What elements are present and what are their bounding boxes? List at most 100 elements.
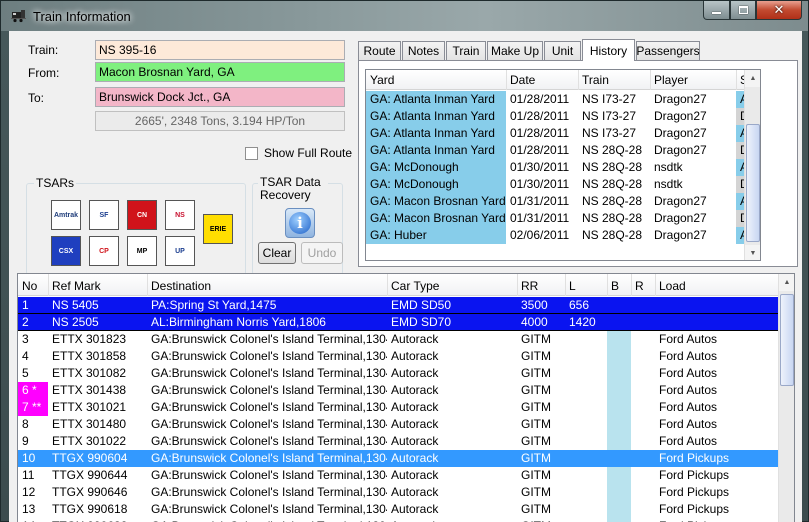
cars-col-load[interactable]: Load xyxy=(659,279,686,293)
car-row[interactable]: 7 ** ETTX 301021 GA:Brunswick Colonel's Is… xyxy=(18,399,778,416)
tab-passengers[interactable]: Passengers xyxy=(636,41,700,60)
history-row[interactable]: GA: McDonough01/30/2011NS 28Q-28nsdtkD xyxy=(366,176,760,193)
scroll-down-icon[interactable]: ▼ xyxy=(745,245,760,260)
column-divider[interactable] xyxy=(650,70,651,90)
car-cell-type: Autorack xyxy=(391,485,439,499)
cars-grid: No Ref Mark Destination Car Type RR L B R Load 1… xyxy=(17,273,795,522)
maximize-button[interactable] xyxy=(730,1,756,20)
tsar-logo-nrhs[interactable]: NS xyxy=(165,200,195,230)
client-area: Train: NS 395-16 From: Macon Brosnan Yar… xyxy=(9,31,802,522)
car-row[interactable]: 12 TTGX 990646 GA:Brunswick Colonel's Isla… xyxy=(18,484,778,501)
car-row[interactable]: 8 ETTX 301480 GA:Brunswick Colonel's Islan… xyxy=(18,416,778,433)
train-field[interactable]: NS 395-16 xyxy=(95,40,345,60)
history-row[interactable]: GA: Atlanta Inman Yard 01/28/2011 NS I73-2… xyxy=(366,108,760,125)
car-row[interactable]: 3 ETTX 301823 GA:Brunswick Colonel's Islan… xyxy=(18,331,778,348)
cars-col-car-type[interactable]: Car Type xyxy=(391,279,439,293)
cars-col-ref-mark[interactable]: Ref Mark xyxy=(52,279,101,293)
car-cell-r xyxy=(631,501,655,518)
close-button[interactable]: ✕ xyxy=(756,1,802,20)
tsar-logo-amtrak[interactable]: Amtrak xyxy=(51,200,81,230)
car-row[interactable]: 11 TTGX 990644 GA:Brunswick Colonel's Isla… xyxy=(18,467,778,484)
history-cell-train: NS 28Q-28 xyxy=(582,194,643,208)
car-row[interactable]: 5 ETTX 301082 GA:Brunswick Colonel's Islan… xyxy=(18,365,778,382)
info-button[interactable]: i xyxy=(285,208,315,238)
history-row[interactable]: GA: Atlanta Inman Yard 01/28/2011 NS I73-2… xyxy=(366,91,760,108)
column-divider[interactable] xyxy=(655,274,656,296)
car-cell-type: Autorack xyxy=(391,349,439,363)
column-divider[interactable] xyxy=(147,274,148,296)
cars-col-l[interactable]: L xyxy=(569,279,576,293)
tsar-logo-cp[interactable]: CP xyxy=(89,236,119,266)
clear-button[interactable]: Clear xyxy=(258,242,296,264)
info-icon: i xyxy=(289,212,311,234)
car-row[interactable]: 4 ETTX 301858 GA:Brunswick Colonel's Islan… xyxy=(18,348,778,365)
history-row[interactable]: GA: Macon Brosnan Yard 01/31/2011 NS 28Q-2… xyxy=(366,210,760,227)
scroll-up-icon[interactable]: ▲ xyxy=(779,274,794,291)
history-row[interactable]: GA: McDonough01/30/2011NS 28Q-28nsdtkA xyxy=(366,159,760,176)
column-divider[interactable] xyxy=(736,70,737,90)
history-cell-player: Dragon27 xyxy=(654,92,707,106)
car-row[interactable]: 9 ETTX 301022 GA:Brunswick Colonel's Islan… xyxy=(18,433,778,450)
car-row[interactable]: 10 TTGX 990604 GA:Brunswick Colonel's Isla… xyxy=(18,450,778,467)
car-cell-rr: 3500 xyxy=(521,298,548,312)
car-cell-l xyxy=(565,365,607,382)
car-cell-no: 4 xyxy=(22,349,29,363)
cars-col-rr[interactable]: RR xyxy=(521,279,538,293)
undo-button[interactable]: Undo xyxy=(301,242,343,264)
history-col-date[interactable]: Date xyxy=(510,73,535,87)
car-row[interactable]: 6 * ETTX 301438 GA:Brunswick Colonel's Isl… xyxy=(18,382,778,399)
tsar-logo-erie[interactable]: ERIE xyxy=(203,214,233,244)
from-field[interactable]: Macon Brosnan Yard, GA xyxy=(95,62,345,82)
show-full-route-label[interactable]: Show Full Route xyxy=(264,146,352,160)
column-divider[interactable] xyxy=(517,274,518,296)
tsar-logo-union-pacific[interactable]: UP xyxy=(165,236,195,266)
car-cell-r xyxy=(631,467,655,484)
tab-unit[interactable]: Unit xyxy=(544,41,581,60)
minimize-button[interactable] xyxy=(703,1,730,20)
tab-notes[interactable]: Notes xyxy=(402,41,445,60)
to-field[interactable]: Brunswick Dock Jct., GA xyxy=(95,87,345,107)
tab-make-up[interactable]: Make Up xyxy=(487,41,543,60)
column-divider[interactable] xyxy=(387,274,388,296)
show-full-route-checkbox[interactable] xyxy=(245,147,258,160)
column-divider[interactable] xyxy=(578,70,579,90)
car-row[interactable]: 1 NS 5405 PA:Spring St Yard,1475 EMD SD50 35… xyxy=(18,297,778,314)
history-row[interactable]: GA: Huber02/06/2011NS 28Q-28Dragon27A xyxy=(366,227,760,244)
car-row[interactable]: 14TTGX 990638GA:Brunswick Colonel's Isla… xyxy=(18,518,778,522)
history-row[interactable]: GA: Atlanta Inman Yard 01/28/2011 NS 28Q-2… xyxy=(366,142,760,159)
from-label: From: xyxy=(28,66,60,80)
title-bar[interactable]: Train Information ✕ xyxy=(1,1,808,31)
tsar-logo-santa-fe[interactable]: SF xyxy=(89,200,119,230)
column-divider[interactable] xyxy=(631,274,632,296)
cars-col-destination[interactable]: Destination xyxy=(151,279,211,293)
history-cell-yard: GA: McDonough xyxy=(366,159,506,176)
tsar-logo-cn[interactable]: CN xyxy=(127,200,157,230)
history-col-player[interactable]: Player xyxy=(654,73,688,87)
column-divider[interactable] xyxy=(607,274,608,296)
cars-col-b[interactable]: B xyxy=(611,279,619,293)
history-cell-date: 01/28/2011 xyxy=(510,92,570,106)
car-row[interactable]: 13 TTGX 990618 GA:Brunswick Colonel's Isla… xyxy=(18,501,778,518)
tab-history[interactable]: History xyxy=(582,39,635,61)
scroll-up-icon[interactable]: ▲ xyxy=(745,70,760,87)
cars-col-no[interactable]: No xyxy=(22,279,37,293)
car-row[interactable]: 2 NS 2505 AL:Birmingham Norris Yard,1806 EM… xyxy=(18,314,778,331)
tsar-logo-csx[interactable]: CSX xyxy=(51,236,81,266)
history-col-yard[interactable]: Yard xyxy=(370,73,394,87)
column-divider[interactable] xyxy=(565,274,566,296)
car-cell-no: 8 xyxy=(22,417,29,431)
history-scrollbar[interactable]: ▲ ▼ xyxy=(744,70,760,260)
cars-col-r[interactable]: R xyxy=(635,279,644,293)
history-row[interactable]: GA: Macon Brosnan Yard 01/31/2011 NS 28Q-2… xyxy=(366,193,760,210)
history-cell-yard: GA: Atlanta Inman Yard xyxy=(366,91,506,108)
cars-scroll-thumb[interactable] xyxy=(780,294,794,386)
history-row[interactable]: GA: Atlanta Inman Yard 01/28/2011 NS I73-2… xyxy=(366,125,760,142)
history-col-train[interactable]: Train xyxy=(582,73,609,87)
history-scroll-thumb[interactable] xyxy=(746,124,760,242)
tab-route[interactable]: Route xyxy=(358,41,401,60)
column-divider[interactable] xyxy=(506,70,507,90)
column-divider[interactable] xyxy=(48,274,49,296)
cars-scrollbar[interactable]: ▲ xyxy=(778,274,794,522)
tsar-logo-mopac[interactable]: MP xyxy=(127,236,157,266)
tab-train[interactable]: Train xyxy=(446,41,486,60)
